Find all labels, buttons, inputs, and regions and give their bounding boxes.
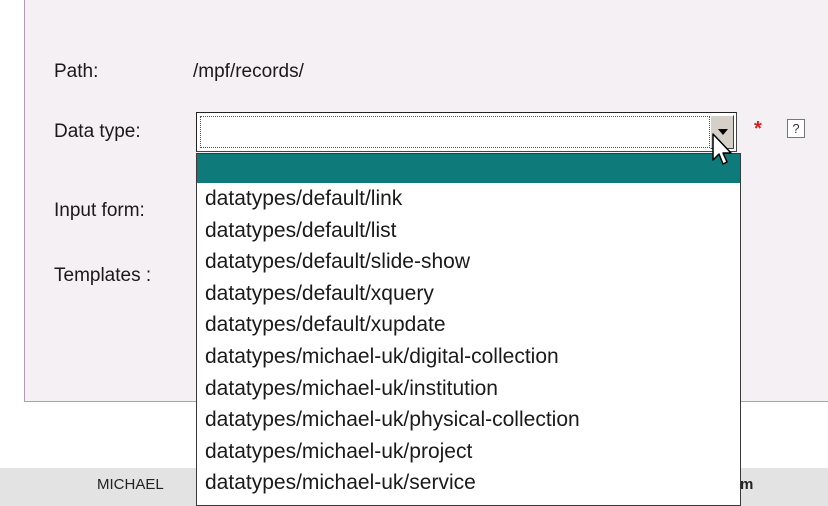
footer-left-text: MICHAEL bbox=[97, 476, 164, 493]
footer-right-text: m bbox=[740, 476, 754, 493]
templates-label: Templates : bbox=[54, 265, 152, 286]
datatype-dropdown-list[interactable]: datatypes/default/link datatypes/default… bbox=[196, 153, 741, 506]
dropdown-option[interactable]: datatypes/default/slide-show bbox=[197, 246, 740, 278]
dropdown-option[interactable]: datatypes/michael-uk/service bbox=[197, 467, 740, 499]
datatype-label: Data type: bbox=[54, 121, 141, 142]
datatype-select[interactable] bbox=[196, 112, 737, 152]
datatype-select-value bbox=[200, 116, 710, 148]
dropdown-option[interactable]: datatypes/default/xupdate bbox=[197, 309, 740, 341]
required-marker: * bbox=[754, 118, 762, 140]
mouse-pointer-icon bbox=[712, 133, 732, 165]
dropdown-option[interactable]: datatypes/michael-uk/physical-collection bbox=[197, 404, 740, 436]
dropdown-option[interactable]: datatypes/default/xquery bbox=[197, 278, 740, 310]
path-value: /mpf/records/ bbox=[193, 61, 304, 82]
dropdown-option[interactable]: datatypes/michael-uk/digital-collection bbox=[197, 341, 740, 373]
dropdown-option[interactable]: datatypes/michael-uk/project bbox=[197, 436, 740, 468]
dropdown-option[interactable]: datatypes/default/link bbox=[197, 183, 740, 215]
dropdown-option[interactable]: datatypes/default/list bbox=[197, 215, 740, 247]
inputform-label: Input form: bbox=[54, 200, 145, 221]
dropdown-option[interactable]: datatypes/michael-uk/institution bbox=[197, 373, 740, 405]
help-icon[interactable]: ? bbox=[787, 119, 805, 138]
dropdown-option[interactable] bbox=[197, 154, 740, 183]
path-label: Path: bbox=[54, 61, 99, 82]
